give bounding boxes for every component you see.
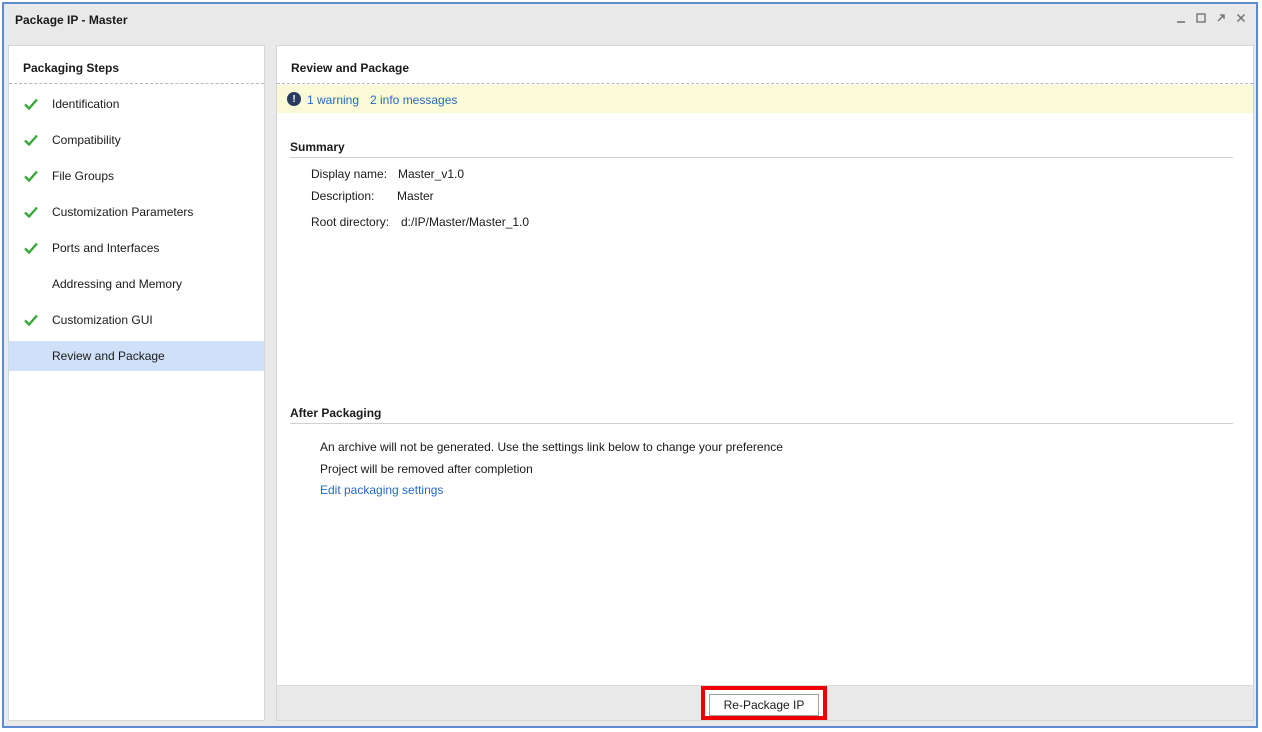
review-title: Review and Package <box>291 61 410 75</box>
archive-note: An archive will not be generated. Use th… <box>320 440 783 454</box>
step-label: Review and Package <box>52 349 165 363</box>
step-label: Customization GUI <box>52 313 153 327</box>
pane-splitter[interactable] <box>265 45 276 721</box>
display-name-value: Master_v1.0 <box>398 167 465 181</box>
step-identification[interactable]: Identification <box>9 89 264 119</box>
step-label: Compatibility <box>52 133 121 147</box>
steps-list: Identification Compatibility File Groups… <box>9 89 264 377</box>
check-icon <box>24 134 38 147</box>
project-removal-note: Project will be removed after completion <box>320 462 533 476</box>
window-controls <box>1174 11 1248 25</box>
summary-heading: Summary <box>290 140 1233 158</box>
display-name-label: Display name: <box>311 167 388 181</box>
close-icon[interactable] <box>1234 11 1248 25</box>
root-directory-value: d:/IP/Master/Master_1.0 <box>401 215 530 229</box>
step-addressing-and-memory[interactable]: Addressing and Memory <box>9 269 264 299</box>
check-icon <box>24 242 38 255</box>
step-label: File Groups <box>52 169 115 183</box>
packaging-steps-header: Packaging Steps <box>9 46 264 84</box>
review-header: Review and Package <box>277 46 1253 84</box>
edit-packaging-settings-link[interactable]: Edit packaging settings <box>320 483 443 497</box>
step-compatibility[interactable]: Compatibility <box>9 125 264 155</box>
info-messages-link[interactable]: 2 info messages <box>370 93 457 107</box>
after-packaging-heading: After Packaging <box>290 406 1233 424</box>
button-highlight-box: Re-Package IP <box>701 686 827 720</box>
description-label: Description: <box>311 189 375 203</box>
step-customization-parameters[interactable]: Customization Parameters <box>9 197 264 227</box>
warning-icon: ! <box>287 92 301 106</box>
step-label: Ports and Interfaces <box>52 241 160 255</box>
check-icon <box>24 314 38 327</box>
packaging-steps-title: Packaging Steps <box>23 61 120 75</box>
restore-icon[interactable] <box>1214 11 1228 25</box>
message-bar: ! 1 warning 2 info messages <box>277 85 1253 113</box>
bottom-action-bar: Re-Package IP <box>277 685 1253 720</box>
title-bar[interactable]: Package IP - Master <box>4 4 1256 34</box>
step-customization-gui[interactable]: Customization GUI <box>9 305 264 335</box>
step-label: Addressing and Memory <box>52 277 183 291</box>
package-ip-window: Package IP - Master Packaging Steps Iden… <box>2 2 1258 728</box>
step-review-and-package[interactable]: Review and Package <box>9 341 264 371</box>
step-label: Customization Parameters <box>52 205 194 219</box>
step-label: Identification <box>52 97 120 111</box>
check-icon <box>24 206 38 219</box>
check-icon <box>24 170 38 183</box>
root-directory-label: Root directory: <box>311 215 390 229</box>
window-title: Package IP - Master <box>15 13 128 27</box>
step-file-groups[interactable]: File Groups <box>9 161 264 191</box>
step-ports-and-interfaces[interactable]: Ports and Interfaces <box>9 233 264 263</box>
maximize-icon[interactable] <box>1194 11 1208 25</box>
packaging-steps-panel: Packaging Steps Identification Compatibi… <box>8 45 265 721</box>
description-value: Master <box>397 189 434 203</box>
minimize-icon[interactable] <box>1174 11 1188 25</box>
check-icon <box>24 98 38 111</box>
review-and-package-panel: Review and Package ! 1 warning 2 info me… <box>276 45 1254 721</box>
re-package-ip-button[interactable]: Re-Package IP <box>709 694 819 716</box>
warning-link[interactable]: 1 warning <box>307 93 359 107</box>
